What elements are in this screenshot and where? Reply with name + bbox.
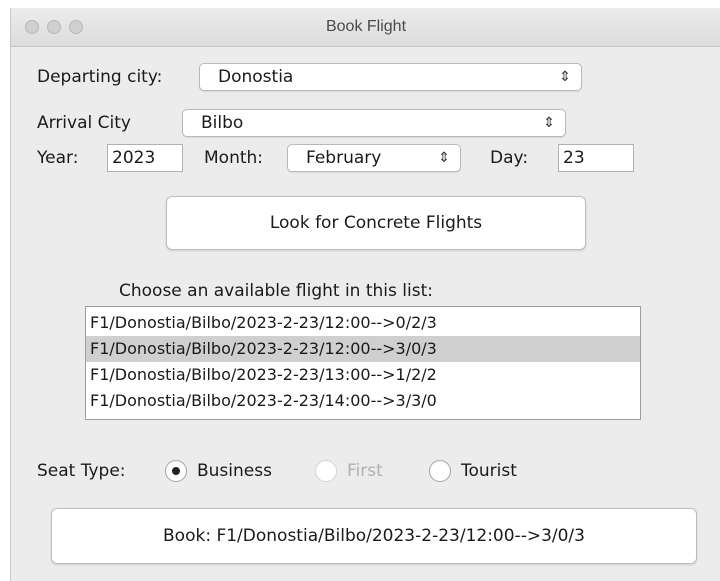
first-radio <box>315 460 337 482</box>
book-flight-window: Book Flight Departing city: Donostia ⇕ A… <box>10 8 720 581</box>
tourist-radio[interactable] <box>429 460 451 482</box>
list-item[interactable]: F1/Donostia/Bilbo/2023-2-23/13:00-->1/2/… <box>86 362 640 388</box>
year-label: Year: <box>37 148 79 168</box>
business-radio[interactable] <box>165 460 187 482</box>
first-radio-label: First <box>347 461 383 481</box>
day-field[interactable]: 23 <box>558 144 634 172</box>
departing-city-select[interactable]: Donostia ⇕ <box>199 63 582 91</box>
seat-type-label: Seat Type: <box>37 461 126 481</box>
chevron-updown-icon: ⇕ <box>559 69 571 85</box>
list-item-selected[interactable]: F1/Donostia/Bilbo/2023-2-23/12:00-->3/0/… <box>86 336 640 362</box>
list-item[interactable]: F1/Donostia/Bilbo/2023-2-23/12:00-->0/2/… <box>86 310 640 336</box>
title-bar[interactable]: Book Flight <box>11 8 720 47</box>
book-button[interactable]: Book: F1/Donostia/Bilbo/2023-2-23/12:00-… <box>51 508 697 564</box>
month-select[interactable]: February ⇕ <box>287 144 461 172</box>
business-radio-label: Business <box>197 461 272 481</box>
month-label: Month: <box>204 148 264 168</box>
day-label: Day: <box>490 148 529 168</box>
arrival-city-select[interactable]: Bilbo ⇕ <box>182 109 566 137</box>
departing-city-label: Departing city: <box>37 67 163 87</box>
flight-list-label: Choose an available flight in this list: <box>119 281 433 301</box>
flight-list[interactable]: F1/Donostia/Bilbo/2023-2-23/12:00-->0/2/… <box>85 306 641 420</box>
chevron-updown-icon: ⇕ <box>543 115 555 131</box>
window-title: Book Flight <box>325 18 407 35</box>
arrival-city-label: Arrival City <box>37 113 131 133</box>
look-for-flights-button[interactable]: Look for Concrete Flights <box>166 196 586 250</box>
year-field[interactable]: 2023 <box>107 144 183 172</box>
departing-city-value: Donostia <box>218 67 294 87</box>
month-value: February <box>306 148 382 168</box>
chevron-updown-icon: ⇕ <box>438 150 450 166</box>
tourist-radio-label: Tourist <box>461 461 517 481</box>
list-item[interactable]: F1/Donostia/Bilbo/2023-2-23/14:00-->3/3/… <box>86 388 640 414</box>
arrival-city-value: Bilbo <box>201 113 244 133</box>
